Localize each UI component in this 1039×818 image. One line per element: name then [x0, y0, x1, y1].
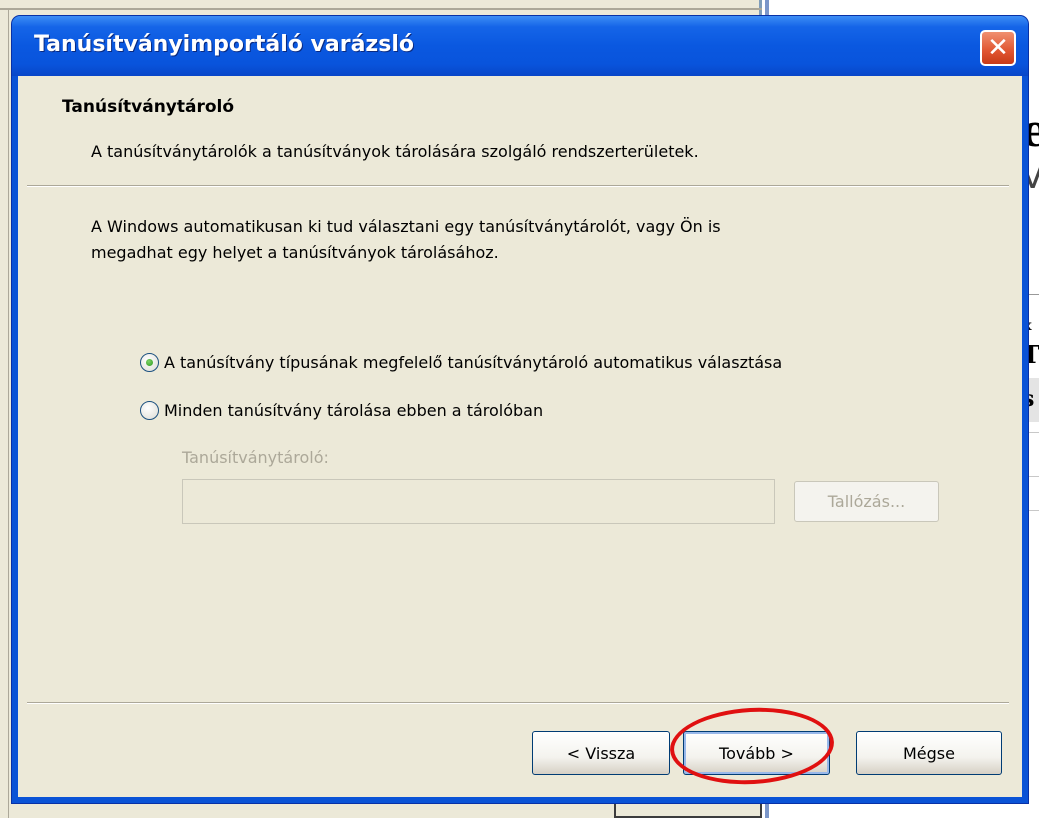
cancel-button-label: Mégse [903, 743, 955, 763]
radio-button-selected[interactable] [140, 353, 159, 372]
auto-select-store-label[interactable]: A tanúsítvány típusának megfelelő tanúsí… [164, 353, 782, 372]
intro-line: A Windows automatikusan ki tud választan… [91, 217, 721, 236]
footer-separator [27, 702, 1009, 704]
browse-button-label: Tallózás... [827, 492, 906, 511]
background-divider [8, 8, 9, 818]
place-in-store-option[interactable]: Minden tanúsítvány tárolása ebben a táro… [140, 401, 543, 420]
background-divider [0, 8, 762, 10]
radio-button[interactable] [140, 401, 159, 420]
dialog-client-area: Tanúsítványtároló A tanúsítványtárolók a… [18, 76, 1022, 797]
radio-dot-icon [146, 359, 153, 366]
certificate-store-field [182, 479, 775, 524]
next-button[interactable]: Tovább > [683, 731, 830, 775]
certificate-store-label: Tanúsítványtároló: [182, 448, 329, 467]
page-title: Tanúsítványtároló [62, 97, 235, 117]
close-icon: ✕ [987, 33, 1009, 63]
dialog-title: Tanúsítványimportáló varázsló [34, 32, 414, 57]
wizard-header: Tanúsítványtároló A tanúsítványtárolók a… [18, 76, 1022, 186]
title-bar[interactable]: Tanúsítványimportáló varázsló ✕ [12, 16, 1028, 76]
back-button-label: < Vissza [566, 743, 636, 763]
intro-text: A Windows automatikusan ki tud választan… [91, 214, 891, 266]
next-button-label: Tovább > [719, 743, 794, 763]
page-description: A tanúsítványtárolók a tanúsítványok tár… [91, 142, 699, 161]
close-button[interactable]: ✕ [980, 30, 1016, 66]
place-in-store-label[interactable]: Minden tanúsítvány tárolása ebben a táro… [164, 401, 543, 420]
certificate-import-wizard-dialog: Tanúsítványimportáló varázsló ✕ Tanúsítv… [12, 16, 1028, 803]
auto-select-store-option[interactable]: A tanúsítvány típusának megfelelő tanúsí… [140, 353, 782, 372]
intro-line: megadhat egy helyet a tanúsítványok táro… [91, 243, 499, 262]
header-separator [27, 185, 1009, 187]
back-button[interactable]: < Vissza [532, 731, 670, 775]
cancel-button[interactable]: Mégse [856, 731, 1002, 775]
browse-button: Tallózás... [794, 481, 939, 522]
